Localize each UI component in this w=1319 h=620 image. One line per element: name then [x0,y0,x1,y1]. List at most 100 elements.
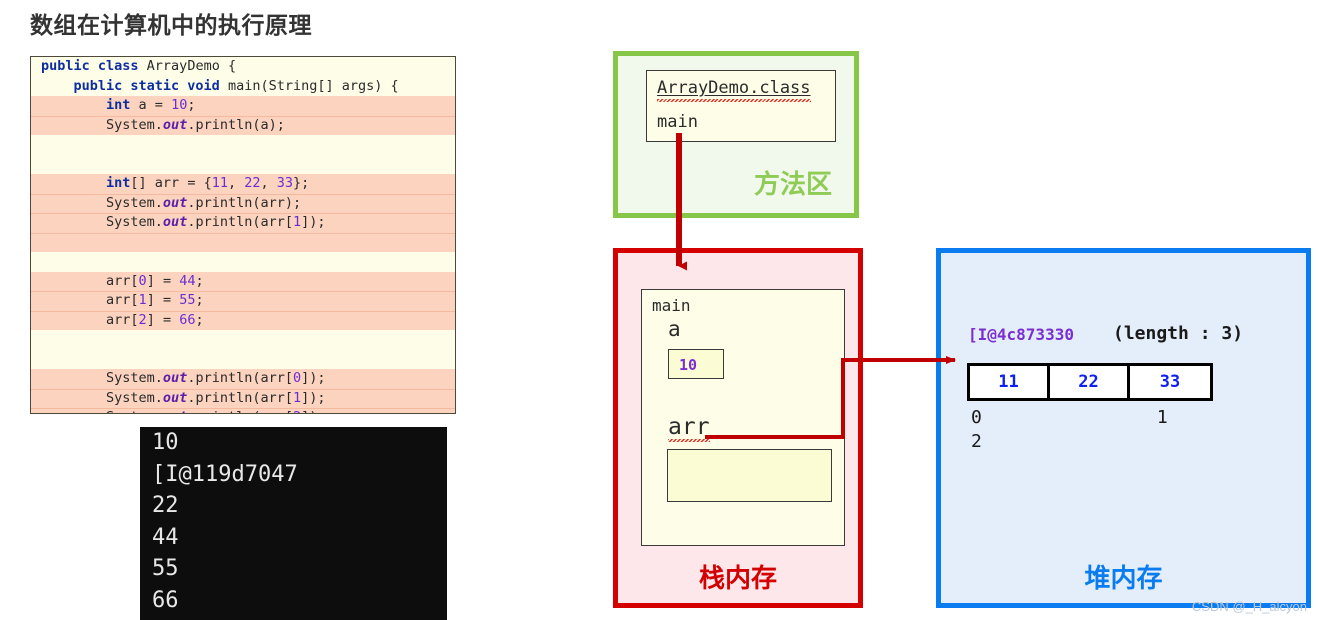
code-token: 66 [179,311,196,328]
code-token: int [106,97,131,113]
console-line: 10 [152,430,179,455]
console-line: 22 [152,493,179,518]
stack-frame-name: main [652,296,691,315]
array-cell: 22 [1050,366,1130,398]
code-token: a = [130,97,172,113]
page-title: 数组在计算机中的执行原理 [30,12,312,38]
code-token: ] = [146,272,180,289]
code-token: arr[ [41,272,139,289]
code-token: .println(arr[ [187,389,293,406]
code-token: out [163,409,187,413]
code-token: 1 [138,292,147,308]
code-token: 10 [171,97,188,113]
array-index-2: 2 [971,431,982,452]
class-method-name: main [657,112,698,132]
console-line: 66 [152,587,179,613]
code-token: .println(arr); [187,194,302,211]
stack-memory-panel: main a 10 arr 栈内存 [613,248,863,608]
heap-array-length: (length : 3) [1113,323,1244,344]
code-line: System.out.println(arr[2]); [31,408,455,413]
console-line: 44 [152,524,179,550]
code-line: System.out.println(a); [31,115,455,135]
array-cells: 11 22 33 [967,363,1213,401]
code-token: .println(arr[ [187,370,293,386]
code-token: 0 [138,272,147,289]
code-token: 1 [292,389,302,406]
class-file-name: ArrayDemo.class [657,78,811,102]
heap-memory-label: 堆内存 [1084,563,1163,593]
code-token: ; [195,311,204,328]
heap-array-address: [I@4c873330 [968,325,1074,344]
code-token: 55 [179,292,196,308]
code-token: }; [293,175,310,191]
code-token: .println(arr[ [187,214,293,230]
code-line: arr[1] = 55; [31,291,455,311]
code-token: out [162,116,188,133]
code-token: System. [41,409,163,413]
code-line: System.out.println(arr[0]); [31,369,455,389]
code-token: ]); [301,214,326,230]
code-line: System.out.println(arr[1]); [31,213,455,233]
code-token: System. [41,214,163,230]
code-token: 2 [138,311,147,328]
code-token: 22 [244,175,261,191]
code-token: int [106,175,131,191]
code-token: System. [41,116,163,133]
array-index-1: 1 [1156,407,1168,428]
code-line [31,232,455,252]
code-token: , [260,175,277,191]
code-token: out [162,194,188,211]
console-line: [I@119d7047 [152,461,298,487]
code-token: .println(a); [187,116,285,133]
code-line: public class ArrayDemo { [31,57,455,77]
code-line: System.out.println(arr); [31,193,455,213]
code-token: main(String[] args) { [219,77,399,94]
code-token: out [162,370,188,386]
code-token: System. [41,194,163,211]
console-output: 10 [I@119d7047 22 44 55 66 [140,427,447,620]
heap-memory-panel: [I@4c873330 (length : 3) 11 22 33 0 1 2 堆内存 [936,248,1311,608]
code-token: arr[ [41,292,139,308]
code-line: int[] arr = {11, 22, 33}; [31,174,455,194]
code-block: public class ArrayDemo { public static v… [30,56,456,414]
code-token: System. [41,370,163,386]
console-line: 55 [152,556,179,581]
code-token: ]); [301,370,326,386]
watermark: CSDN @_H_alcyon [1191,599,1307,614]
code-token: ]); [301,389,326,406]
code-token: ; [195,292,204,308]
code-line: System.out.println(arr[1]); [31,388,455,408]
code-token: System. [41,389,163,406]
variable-a-box: 10 [668,349,724,379]
code-token: .println(arr[ [187,409,293,413]
code-line: public static void main(String[] args) { [31,77,455,97]
code-token: public static void [73,77,220,94]
method-area-panel: ArrayDemo.class main 方法区 [613,51,859,218]
code-token: 1 [292,214,302,230]
code-token: ]); [301,409,325,413]
array-index-labels: 0 1 2 [971,406,1203,454]
variable-arr-name: arr [668,414,710,442]
code-token: ] = [146,292,180,308]
code-line: int a = 10; [31,96,455,116]
code-token: [] arr = { [130,175,212,191]
stack-frame: main a 10 arr [641,289,845,546]
code-token: public class [41,58,139,74]
code-line: arr[2] = 66; [31,310,455,330]
class-card: ArrayDemo.class main [646,70,836,142]
variable-a-value: 10 [679,356,698,374]
code-token: out [162,389,188,406]
code-token: ArrayDemo { [138,58,237,74]
variable-a-name: a [668,317,681,341]
code-token: ] = [146,311,180,328]
code-line: arr[0] = 44; [31,271,455,291]
code-token: out [162,214,188,230]
